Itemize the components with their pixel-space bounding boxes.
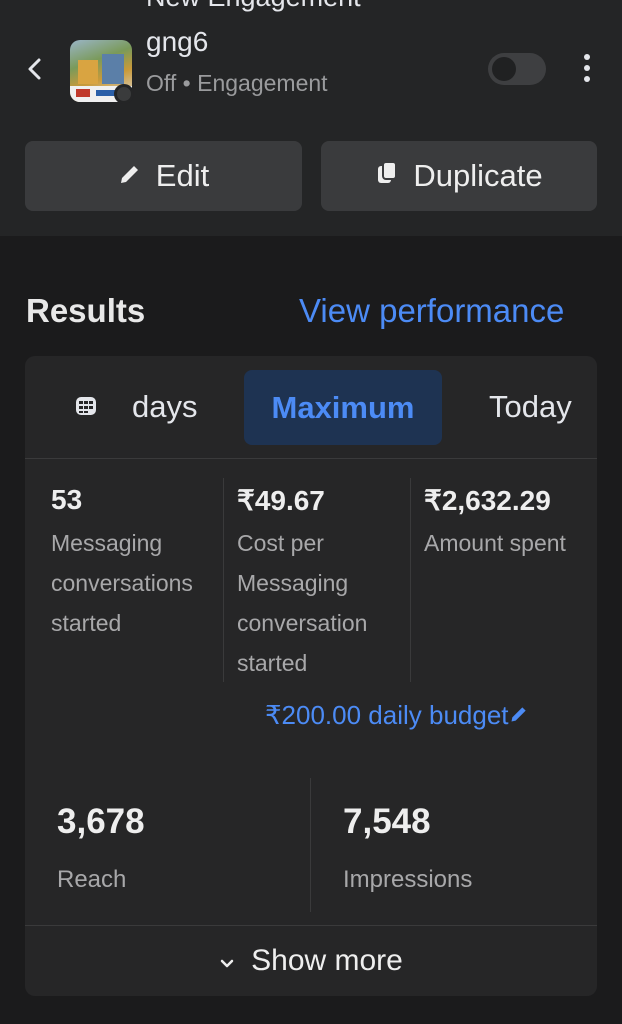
more-vert-icon[interactable] [576, 54, 598, 86]
duplicate-button[interactable]: Duplicate [321, 141, 597, 211]
tab-maximum[interactable]: Maximum [244, 370, 442, 445]
tab-today[interactable]: Today [489, 389, 579, 425]
metric-value-conversations: 53 [51, 484, 83, 515]
metric-label-amount-spent: Amount spent [424, 530, 566, 556]
edit-button[interactable]: Edit [25, 141, 302, 211]
campaign-title: New Engagement [146, 0, 361, 13]
subtitle-separator: • [182, 70, 191, 96]
daily-budget-link[interactable]: ₹200.00 daily budget [265, 700, 529, 731]
ad-status-toggle[interactable] [488, 53, 546, 85]
impressions-value: 7,548 [343, 802, 431, 841]
duplicate-label: Duplicate [413, 158, 543, 193]
back-chevron-icon[interactable] [22, 56, 48, 82]
metric-value-amount-spent: ₹2,632.29 [424, 485, 551, 516]
results-heading: Results [26, 292, 146, 329]
daily-budget-label: ₹200.00 daily budget [265, 700, 509, 730]
metric-label-cost-per: Cost per Messaging conversation started [237, 530, 368, 676]
pencil-icon [118, 158, 142, 194]
chevron-down-icon [219, 944, 235, 978]
status-dot-icon [114, 84, 134, 104]
tab-days[interactable]: days [132, 389, 197, 425]
reach-label: Reach [57, 866, 127, 893]
divider [410, 478, 411, 682]
impressions-label: Impressions [343, 866, 473, 893]
metric-label-conversations: Messaging conversations started [51, 530, 193, 636]
divider [223, 478, 224, 682]
ad-name: gng6 [146, 26, 209, 57]
ad-subtitle: Off • Engagement [146, 70, 328, 97]
reach-value: 3,678 [57, 802, 145, 841]
divider [310, 778, 311, 912]
duplicate-icon [375, 158, 399, 194]
pencil-icon [509, 700, 529, 731]
ad-status: Off [146, 70, 177, 96]
edit-label: Edit [155, 158, 210, 193]
show-more-button[interactable]: Show more [25, 930, 597, 992]
ad-objective: Engagement [197, 70, 328, 96]
metric-value-cost-per: ₹49.67 [237, 485, 325, 516]
divider [25, 925, 597, 926]
calendar-icon [75, 395, 97, 417]
divider [25, 458, 597, 459]
show-more-label: Show more [251, 944, 403, 977]
view-performance-link[interactable]: View performance [299, 292, 564, 330]
